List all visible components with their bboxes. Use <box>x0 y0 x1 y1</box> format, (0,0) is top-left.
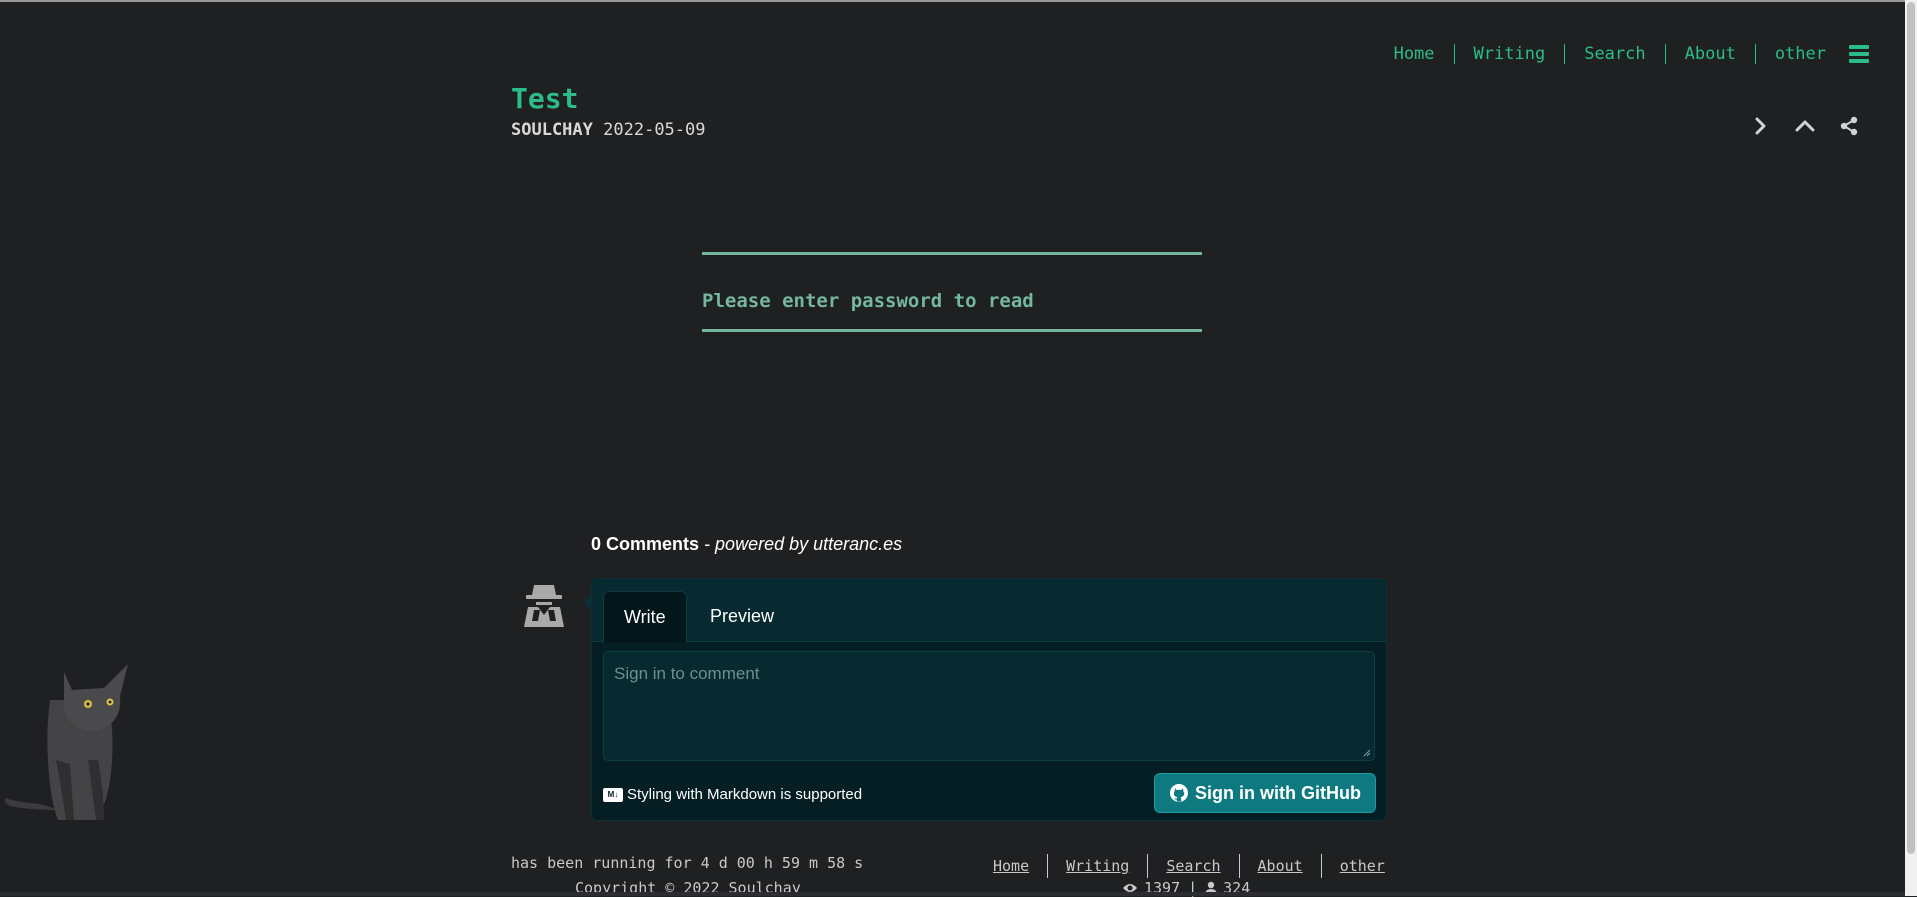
markdown-note-text: Styling with Markdown is supported <box>627 786 863 803</box>
comment-box: Write Preview Sign in to comment M↓ Styl… <box>583 578 1387 821</box>
comments-powered-by[interactable]: - powered by utteranc.es <box>704 534 902 554</box>
footer-nav-other[interactable]: other <box>1320 854 1403 878</box>
nav-writing[interactable]: Writing <box>1453 44 1565 64</box>
footer-nav-search[interactable]: Search <box>1147 854 1238 878</box>
window-top-border <box>0 0 1917 2</box>
markdown-icon: M↓ <box>603 787 623 802</box>
password-prompt[interactable]: Please enter password to read <box>702 289 1034 313</box>
top-nav: Home Writing Search About other <box>1375 44 1869 64</box>
window-bottom-border <box>0 892 1905 896</box>
cat-mascot-icon <box>4 664 128 820</box>
tab-preview[interactable]: Preview <box>690 591 794 641</box>
hamburger-icon[interactable] <box>1849 45 1869 63</box>
resize-handle-icon[interactable] <box>1363 749 1371 757</box>
chevron-up-icon[interactable] <box>1793 114 1817 138</box>
scrollbar-thumb[interactable] <box>1907 2 1915 854</box>
github-signin-button[interactable]: Sign in with GitHub <box>1154 773 1376 813</box>
post-meta: SOULCHAY 2022-05-09 <box>511 119 706 141</box>
password-top-rule <box>702 252 1202 255</box>
password-bottom-rule <box>702 329 1202 332</box>
nav-home[interactable]: Home <box>1375 44 1454 64</box>
runtime-counter: has been running for 4 d 00 h 59 m 58 s <box>511 854 864 872</box>
nav-about[interactable]: About <box>1664 44 1755 64</box>
nav-search[interactable]: Search <box>1564 44 1664 64</box>
share-icon[interactable] <box>1837 114 1861 138</box>
post-author: SOULCHAY <box>511 120 593 140</box>
chevron-right-icon[interactable] <box>1749 114 1773 138</box>
comment-tabbar: Write Preview <box>592 579 1386 643</box>
post-actions <box>1729 114 1861 138</box>
page-scrollbar[interactable] <box>1905 0 1917 896</box>
footer-nav-about[interactable]: About <box>1238 854 1321 878</box>
post-title: Test <box>511 82 579 115</box>
tab-write[interactable]: Write <box>603 591 687 643</box>
comments-header: 0 Comments - powered by utteranc.es <box>591 534 902 555</box>
comment-placeholder: Sign in to comment <box>614 664 760 683</box>
post-date: 2022-05-09 <box>603 120 706 140</box>
footer-nav-home[interactable]: Home <box>975 854 1047 878</box>
nav-other[interactable]: other <box>1754 44 1845 64</box>
markdown-note[interactable]: M↓ Styling with Markdown is supported <box>603 786 862 803</box>
comments-count: 0 Comments <box>591 534 700 554</box>
comment-input[interactable]: Sign in to comment <box>603 651 1375 761</box>
github-signin-label: Sign in with GitHub <box>1195 782 1361 803</box>
footer-nav-writing[interactable]: Writing <box>1047 854 1147 878</box>
anonymous-avatar-icon <box>520 581 568 629</box>
github-icon <box>1170 784 1188 802</box>
footer-nav: Home Writing Search About other <box>975 854 1403 878</box>
